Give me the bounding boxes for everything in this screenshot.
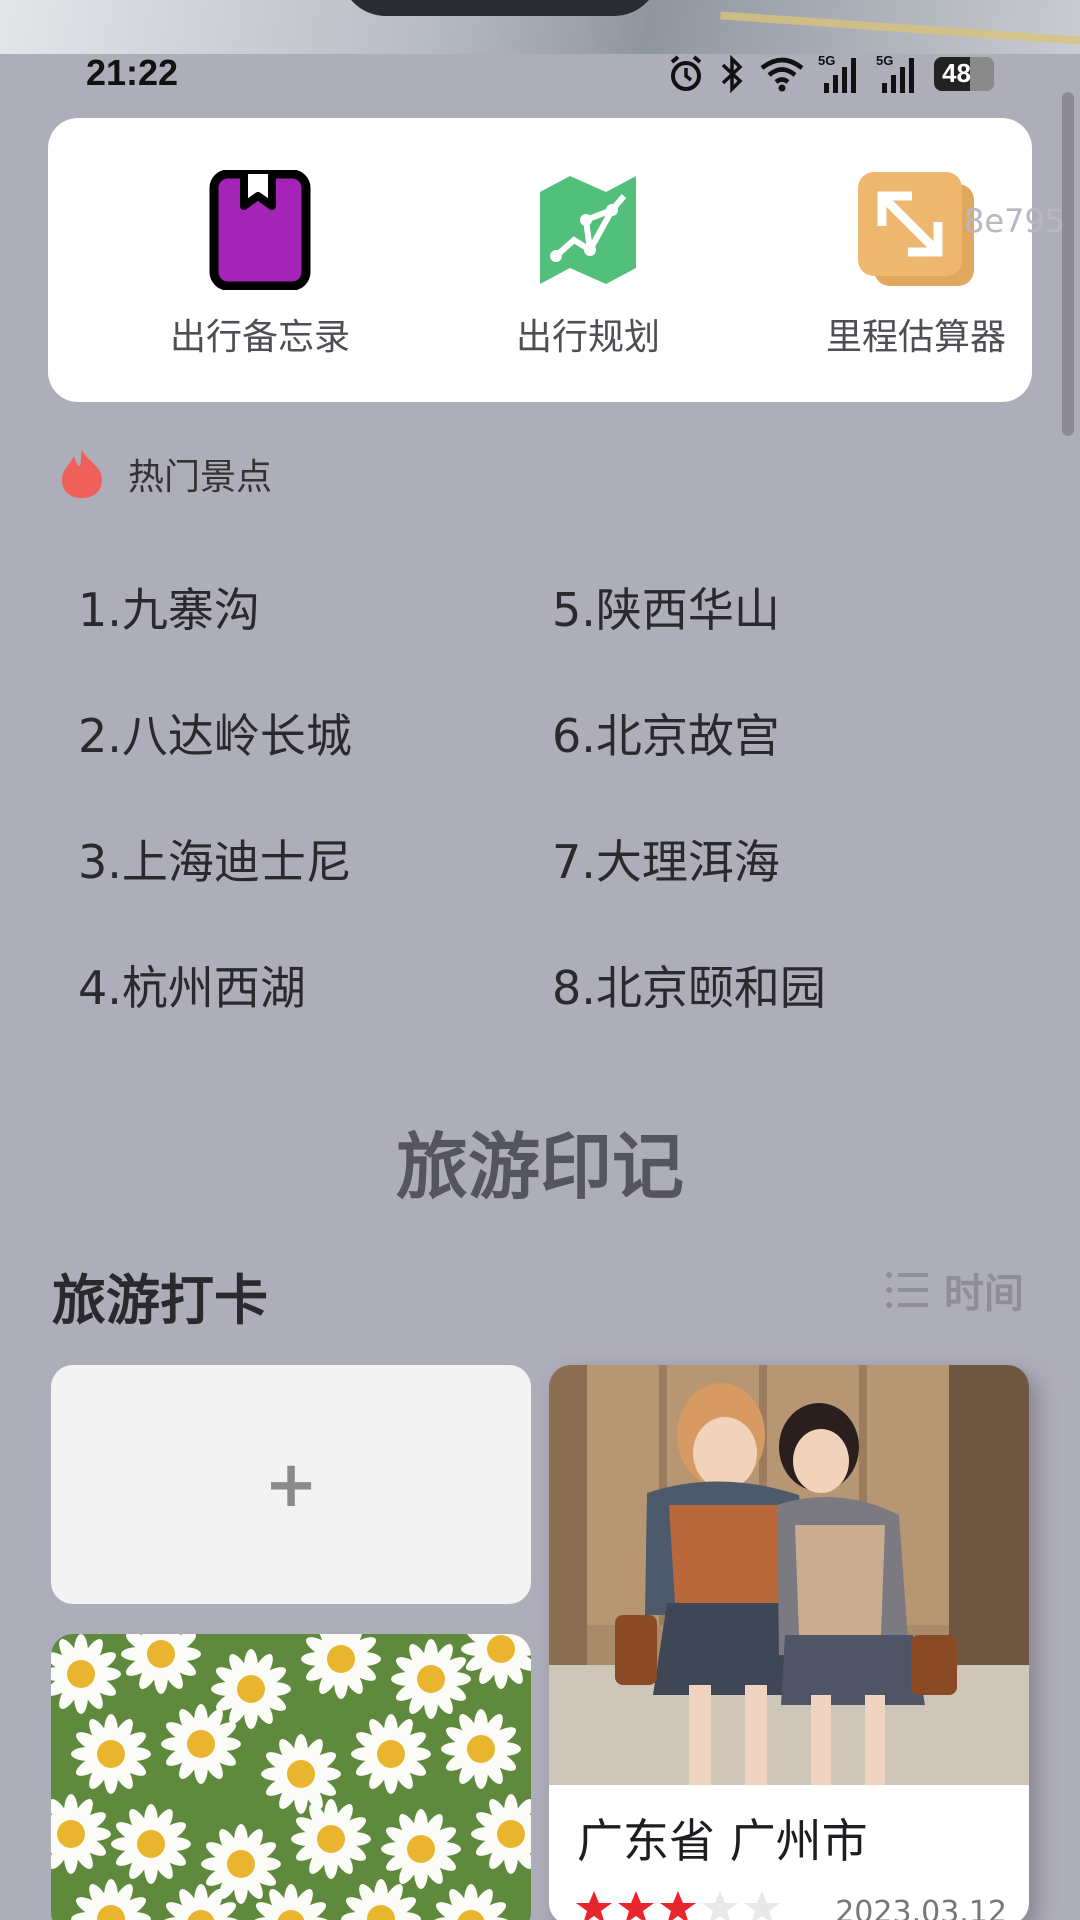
daisy-photo bbox=[51, 1634, 531, 1920]
flame-icon bbox=[62, 450, 102, 498]
star-filled-icon bbox=[576, 1891, 612, 1920]
checkin-date: 2023.03.12 bbox=[835, 1895, 1007, 1920]
header-background-photo bbox=[0, 0, 1080, 54]
star-filled-icon bbox=[618, 1891, 654, 1920]
tool-label: 出行备忘录 bbox=[169, 317, 350, 358]
hot-spot-item[interactable]: 8.北京颐和园 bbox=[552, 952, 826, 1018]
checkin-card-photo[interactable] bbox=[51, 1634, 531, 1920]
checkin-photo bbox=[549, 1365, 1029, 1785]
tool-mileage-estimator[interactable]: 里程估算器 bbox=[796, 170, 1036, 360]
rating-stars bbox=[575, 1889, 781, 1920]
hot-spots-header: 热门景点 bbox=[60, 446, 272, 502]
scrollbar[interactable] bbox=[1062, 92, 1074, 436]
hot-spot-item[interactable]: 4.杭州西湖 bbox=[78, 952, 306, 1018]
battery-level: 48 bbox=[942, 58, 971, 88]
hot-spot-item[interactable]: 6.北京故宫 bbox=[552, 700, 780, 766]
tool-travel-memo[interactable]: 出行备忘录 bbox=[140, 169, 380, 360]
signal-5g-icon: 5G bbox=[876, 53, 914, 93]
tool-label: 里程估算器 bbox=[825, 317, 1006, 358]
section-title: 旅游印记 bbox=[395, 1125, 684, 1209]
bookmark-book-icon bbox=[209, 169, 311, 291]
add-icon: + bbox=[264, 1447, 318, 1522]
hot-spot-item[interactable]: 2.八达岭长城 bbox=[78, 700, 352, 766]
tools-card: 出行备忘录 出行规划 里程估算器 bbox=[48, 118, 1032, 402]
sort-label: 时间 bbox=[944, 1271, 1024, 1317]
wifi-icon bbox=[760, 57, 804, 92]
star-empty-icon bbox=[744, 1891, 780, 1920]
resize-arrows-icon bbox=[858, 172, 974, 286]
hot-spot-item[interactable]: 7.大理洱海 bbox=[552, 826, 780, 892]
battery-indicator: 48 bbox=[934, 57, 994, 91]
alarm-icon bbox=[670, 55, 702, 91]
hot-spot-item[interactable]: 1.九寨沟 bbox=[78, 574, 260, 640]
route-map-icon bbox=[540, 176, 636, 284]
star-empty-icon bbox=[702, 1891, 738, 1920]
tool-travel-plan[interactable]: 出行规划 bbox=[468, 170, 708, 360]
status-time: 21:22 bbox=[86, 52, 179, 93]
checkin-card[interactable]: 广东省 广州市 2023.03.12 bbox=[549, 1365, 1029, 1920]
hot-spot-item[interactable]: 3.上海迪士尼 bbox=[78, 826, 352, 892]
sort-by-time-button[interactable]: 时间 bbox=[884, 1262, 1024, 1318]
signal-5g-icon: 5G bbox=[818, 53, 856, 93]
svg-text:5G: 5G bbox=[818, 53, 835, 68]
tool-label: 出行规划 bbox=[515, 317, 660, 358]
list-icon bbox=[886, 1272, 928, 1308]
bluetooth-icon bbox=[721, 54, 743, 94]
checkin-title: 旅游打卡 bbox=[52, 1269, 268, 1332]
star-filled-icon bbox=[660, 1891, 696, 1920]
svg-text:5G: 5G bbox=[876, 53, 893, 68]
hot-spots-title: 热门景点 bbox=[128, 457, 273, 498]
hot-spot-item[interactable]: 5.陕西华山 bbox=[552, 574, 780, 640]
ghost-id-text: 8e795 bbox=[964, 202, 1066, 240]
status-bar: 21:22 5G 5G 48 bbox=[0, 48, 1080, 96]
checkin-location: 广东省 广州市 bbox=[577, 1814, 868, 1868]
add-checkin-button[interactable]: + bbox=[51, 1365, 531, 1604]
